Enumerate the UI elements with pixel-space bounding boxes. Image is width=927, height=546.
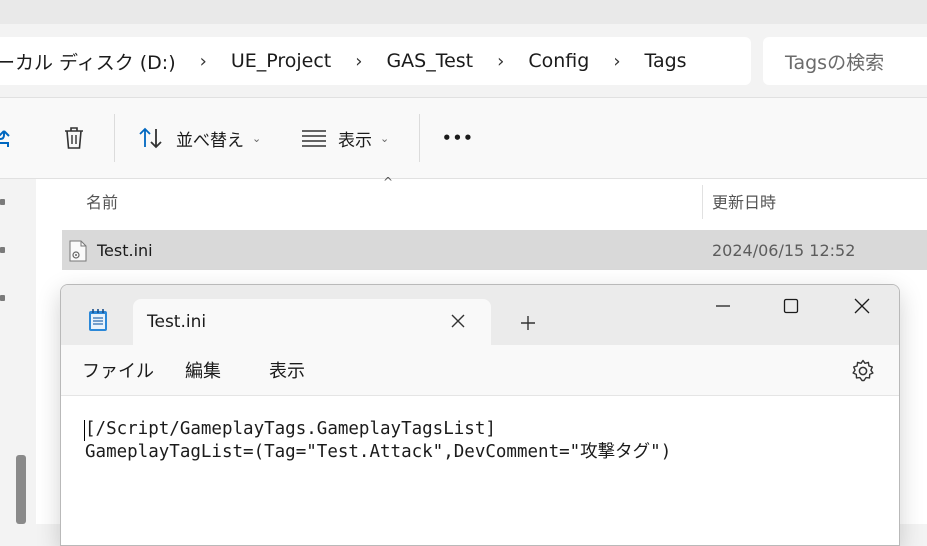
address-row: ーカル ディスク (D:) › UE_Project › GAS_Test › … xyxy=(0,24,927,97)
settings-gear-icon[interactable] xyxy=(850,358,876,384)
menu-file[interactable]: ファイル xyxy=(82,345,154,395)
more-options-button[interactable]: ••• xyxy=(442,98,474,178)
close-icon xyxy=(451,314,465,328)
minimize-icon xyxy=(716,305,730,307)
notepad-titlebar[interactable]: Test.ini xyxy=(61,285,899,345)
expand-chevron-icon[interactable] xyxy=(0,247,5,253)
file-modified-date: 2024/06/15 12:52 xyxy=(712,240,856,260)
column-header-modified[interactable]: 更新日時 xyxy=(712,179,776,223)
breadcrumb-separator[interactable]: › xyxy=(355,51,362,72)
close-icon xyxy=(854,298,870,314)
view-label: 表示 xyxy=(338,130,372,151)
menu-view[interactable]: 表示 xyxy=(269,345,305,395)
share-button[interactable] xyxy=(0,98,16,178)
notepad-menubar: ファイル 編集 表示 xyxy=(61,345,899,396)
file-row[interactable]: Test.ini 2024/06/15 12:52 xyxy=(62,230,927,270)
text-editor[interactable]: [/Script/GameplayTags.GameplayTagsList] G… xyxy=(85,418,885,464)
menu-edit[interactable]: 編集 xyxy=(185,345,221,395)
expand-chevron-icon[interactable] xyxy=(0,199,5,205)
notepad-app-icon xyxy=(89,309,107,331)
toolbar-divider xyxy=(114,114,115,162)
ini-file-icon xyxy=(69,240,87,262)
share-icon xyxy=(0,130,10,147)
search-placeholder: Tagsの検索 xyxy=(785,51,885,74)
command-bar: 並べ替え ⌄ 表示 ⌄ ••• xyxy=(0,97,927,179)
breadcrumb-config[interactable]: Config xyxy=(528,50,589,72)
explorer-title-strip xyxy=(0,0,927,24)
maximize-button[interactable] xyxy=(771,291,811,321)
breadcrumb[interactable]: ーカル ディスク (D:) › UE_Project › GAS_Test › … xyxy=(0,37,751,85)
chevron-down-icon: ⌄ xyxy=(380,131,390,145)
navigation-scrollbar[interactable] xyxy=(16,455,26,524)
notepad-window: Test.ini ファイル 編集 表示 [/Script/GameplayTag… xyxy=(60,284,900,546)
tab-test-ini[interactable]: Test.ini xyxy=(133,299,491,345)
view-button[interactable]: 表示 ⌄ xyxy=(301,98,389,178)
sort-button[interactable]: 並べ替え ⌄ xyxy=(137,98,261,178)
sort-label: 並べ替え xyxy=(176,130,244,151)
trash-icon xyxy=(65,127,83,149)
breadcrumb-ue-project[interactable]: UE_Project xyxy=(231,50,331,72)
close-tab-button[interactable] xyxy=(447,310,469,332)
tab-title: Test.ini xyxy=(147,312,207,332)
list-view-icon xyxy=(302,130,326,147)
navigation-pane[interactable] xyxy=(0,179,36,524)
breadcrumb-drive[interactable]: ーカル ディスク (D:) xyxy=(0,48,176,75)
maximize-icon xyxy=(783,298,799,314)
sort-ascending-icon: ^ xyxy=(383,175,394,189)
text-line: [/Script/GameplayTags.GameplayTagsList] xyxy=(85,419,496,439)
close-window-button[interactable] xyxy=(842,291,882,321)
breadcrumb-separator[interactable]: › xyxy=(200,51,207,72)
toolbar-divider xyxy=(419,114,420,162)
column-divider[interactable] xyxy=(702,185,703,219)
breadcrumb-separator[interactable]: › xyxy=(613,51,620,72)
chevron-down-icon: ⌄ xyxy=(252,131,262,145)
column-header-name[interactable]: 名前 xyxy=(86,179,118,223)
expand-chevron-icon[interactable] xyxy=(0,295,5,301)
breadcrumb-tags[interactable]: Tags xyxy=(645,50,687,72)
new-tab-button[interactable] xyxy=(514,309,542,337)
breadcrumb-separator[interactable]: › xyxy=(497,51,504,72)
text-line: GameplayTagList=(Tag="Test.Attack",DevCo… xyxy=(85,442,672,462)
breadcrumb-gas-test[interactable]: GAS_Test xyxy=(386,50,473,72)
minimize-button[interactable] xyxy=(703,291,743,321)
plus-icon xyxy=(521,316,535,330)
file-name: Test.ini xyxy=(97,240,153,260)
search-input[interactable]: Tagsの検索 xyxy=(763,37,927,85)
sort-icon xyxy=(139,127,162,149)
delete-button[interactable] xyxy=(61,98,87,178)
